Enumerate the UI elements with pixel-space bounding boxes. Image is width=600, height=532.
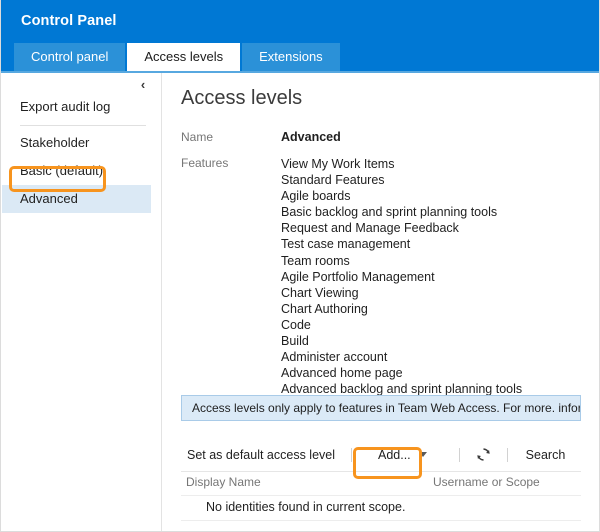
sidebar-item-export-audit-log[interactable]: Export audit log: [2, 93, 162, 121]
feature-item: Agile boards: [281, 188, 522, 204]
column-header-username-or-scope[interactable]: Username or Scope: [433, 475, 540, 489]
column-header-display-name[interactable]: Display Name: [186, 475, 261, 489]
feature-item: Build: [281, 333, 522, 349]
sidebar-item-stakeholder[interactable]: Stakeholder: [2, 129, 162, 157]
grid-empty-row: No identities found in current scope.: [181, 496, 581, 521]
feature-item: Code: [281, 317, 522, 333]
set-as-default-access-level-button[interactable]: Set as default access level: [187, 448, 335, 462]
feature-item: Basic backlog and sprint planning tools: [281, 204, 522, 220]
features-label: Features: [181, 156, 276, 170]
grid-empty-message: No identities found in current scope.: [206, 500, 405, 514]
feature-item: Administer account: [281, 349, 522, 365]
toolbar-divider: [351, 448, 352, 462]
tab-bar: Control panel Access levels Extensions: [14, 43, 342, 71]
feature-item: Advanced home page: [281, 365, 522, 381]
control-panel-page: Control Panel Control panel Access level…: [0, 0, 600, 532]
features-list: View My Work ItemsStandard FeaturesAgile…: [281, 156, 522, 414]
toolbar-divider: [459, 448, 460, 462]
refresh-icon: [476, 447, 491, 462]
main-content: Access levels Name Advanced Features Vie…: [163, 73, 600, 532]
feature-item: Standard Features: [281, 172, 522, 188]
feature-item: Agile Portfolio Management: [281, 269, 522, 285]
refresh-button[interactable]: [476, 447, 491, 462]
feature-item: Team rooms: [281, 253, 522, 269]
toolbar-divider: [507, 448, 508, 462]
name-label: Name: [181, 130, 276, 144]
add-button[interactable]: Add...: [368, 443, 443, 467]
sidebar-item-advanced[interactable]: Advanced: [2, 185, 151, 213]
info-message-bar: Access levels only apply to features in …: [181, 395, 581, 421]
feature-item: Test case management: [281, 236, 522, 252]
sidebar-item-basic-default[interactable]: Basic (default): [2, 157, 162, 185]
feature-item: Request and Manage Feedback: [281, 220, 522, 236]
tab-extensions[interactable]: Extensions: [242, 43, 340, 71]
app-title: Control Panel: [21, 13, 117, 29]
feature-item: Chart Authoring: [281, 301, 522, 317]
app-header: Control Panel Control panel Access level…: [1, 0, 600, 71]
identities-grid: Display Name Username or Scope No identi…: [181, 472, 581, 521]
feature-item: View My Work Items: [281, 156, 522, 172]
sidebar-divider: [20, 125, 146, 126]
chevron-left-icon[interactable]: ‹: [135, 78, 151, 94]
add-button-label: Add...: [378, 448, 411, 462]
feature-item: Chart Viewing: [281, 285, 522, 301]
info-message-text: Access levels only apply to features in …: [192, 401, 581, 415]
grid-header-row: Display Name Username or Scope: [181, 472, 581, 496]
chevron-down-icon: [419, 452, 427, 457]
grid-toolbar: Set as default access level Add... S: [181, 438, 581, 472]
search-button[interactable]: Search: [526, 448, 566, 462]
sidebar: ‹ Export audit log Stakeholder Basic (de…: [2, 73, 162, 532]
name-value: Advanced: [281, 130, 341, 144]
page-title: Access levels: [181, 87, 302, 110]
sidebar-nav-list: Export audit log Stakeholder Basic (defa…: [2, 93, 162, 213]
tab-access-levels[interactable]: Access levels: [127, 43, 240, 71]
tab-control-panel[interactable]: Control panel: [14, 43, 125, 71]
